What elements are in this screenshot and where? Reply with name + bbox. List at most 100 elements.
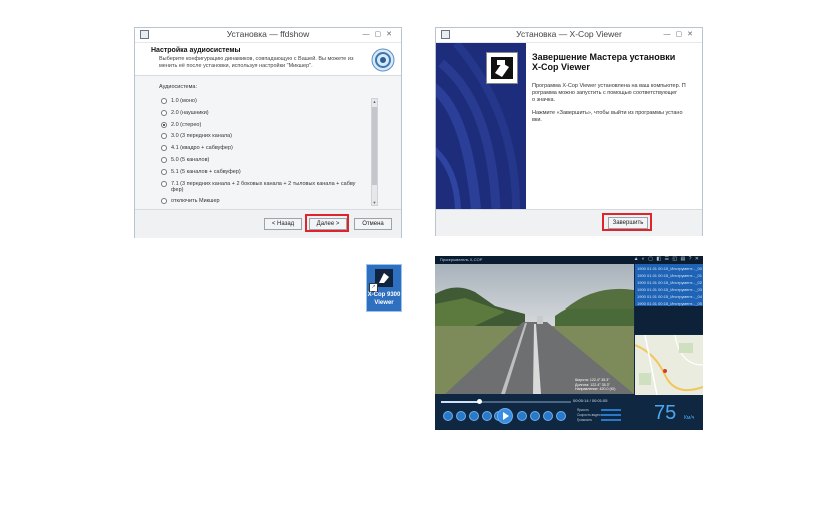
finish-text-5: вки. [532,117,542,123]
ffdshow-logo-icon [371,48,395,72]
close-icon[interactable]: ✕ [386,31,397,38]
speaker-options-list: 1.0 (моно) 2.0 (наушники) 2.0 (стерео) 3… [161,98,369,208]
desktop-icon-label-1: X-Cop 9300 [367,292,401,298]
map-view[interactable] [635,335,703,395]
gps-lat: 122.4° 35.3" [589,378,610,382]
player-toolbar-icons[interactable]: ▲ ◐ ▢ ◧ ☰ ◱ ▤ ? ✕ [634,256,700,262]
gps-dir: 420.0 (Ю) [599,387,616,391]
finish-text-4: Нажмите «Завершить», чтобы выйти из прог… [532,110,683,116]
map-image [635,335,703,395]
xcop-viewer-desktop-icon[interactable]: ↗ X-Cop 9300 Viewer [366,264,402,312]
header-desc-2: менить её после установки, используя нас… [159,63,313,69]
radio-button[interactable] [161,198,167,204]
file-list-item[interactable]: 1900 01.01 00:15_Инструмент..._05 [637,301,702,306]
frame-forward-button[interactable] [517,411,527,421]
player-controls: 00:00:14 / 00:01:05 Яркость Скорость вид… [435,395,703,430]
xcop-player-window: Проигрыватель X-COP ▲ ◐ ▢ ◧ ☰ ◱ ▤ ? ✕ Ши… [435,256,703,430]
player-titlebar[interactable]: Проигрыватель X-COP ▲ ◐ ▢ ◧ ☰ ◱ ▤ ? ✕ [435,256,703,264]
file-list-item[interactable]: 1900 01.01 00:15_Инструмент..._00 [637,266,702,271]
fast-forward-button[interactable] [543,411,553,421]
close-icon[interactable]: ✕ [687,31,698,38]
xcop-installer-window: Установка — X-Cop Viewer —▢✕ Завершение … [435,27,703,236]
meter-slider-1[interactable] [601,409,621,411]
scroll-down-icon[interactable]: ▼ [372,200,377,205]
prev-file-button[interactable] [456,411,466,421]
radio-button[interactable] [161,157,167,163]
minimize-icon[interactable]: — [664,31,676,38]
wizard-body: Аудиосистема: 1.0 (моно) 2.0 (наушники) … [135,76,401,209]
back-button[interactable]: < Назад [264,218,302,230]
file-list-item[interactable]: 1900 01.01 00:15_Инструмент..._02 [637,280,702,285]
meter-label-1: Яркость [577,408,589,412]
titlebar[interactable]: Установка — ffdshow —▢✕ [135,28,401,43]
wizard-header: Настройка аудиосистемы Выберите конфигур… [135,43,401,76]
cancel-button[interactable]: Отмена [354,218,392,230]
gps-lat-label: Широта: [575,378,589,382]
road-video-image [435,264,634,394]
radio-button[interactable] [161,145,167,151]
xcop-box-icon [486,52,518,84]
finish-title-2: X-Cop Viewer [532,62,590,72]
radio-button[interactable] [161,110,167,116]
window-title: Установка — X-Cop Viewer [516,29,622,39]
step-forward-button[interactable] [530,411,540,421]
meter-label-2: Скорость видео [577,413,601,417]
window-title: Установка — ffdshow [226,29,310,39]
seek-bar[interactable] [441,399,571,404]
wizard-footer: Завершить [436,209,702,236]
desktop-icon-label-2: Viewer [374,300,394,306]
finish-title-1: Завершение Мастера установки [532,52,676,62]
meter-slider-3[interactable] [601,419,621,421]
wizard-side-banner [436,43,526,209]
wizard-footer: < Назад Далее > Отмена [135,209,401,238]
meter-slider-2[interactable] [601,414,621,416]
header-title: Настройка аудиосистемы [151,47,241,54]
file-list-item[interactable]: 1900 01.01 00:15_Инструмент..._01 [637,273,702,278]
speed-value: 75 [654,402,677,424]
stop-button[interactable] [443,411,453,421]
step-back-button[interactable] [482,411,492,421]
gps-lon-label: Долгота: [575,382,590,387]
speed-unit: Км/ч [684,415,695,421]
play-icon [503,412,509,420]
next-file-button[interactable] [556,411,566,421]
scroll-thumb[interactable] [372,107,377,185]
window-controls: —▢✕ [363,30,398,38]
gps-info: Широта: 122.4° 35.3" Долгота: 122.4° 35.… [575,378,615,392]
finish-text-2: рограмма можно запустить с помощью соотв… [532,90,678,96]
maximize-icon[interactable]: ▢ [676,31,688,38]
group-label: Аудиосистема: [159,84,197,90]
seek-handle[interactable] [477,399,482,404]
highlight-next [305,214,349,232]
rewind-button[interactable] [469,411,479,421]
ffdshow-setup-window: Установка — ffdshow —▢✕ Настройка аудиос… [134,27,402,238]
radio-button[interactable] [161,133,167,139]
maximize-icon[interactable]: ▢ [375,31,387,38]
file-list-item[interactable]: 1900 01.01 00:15_Инструмент..._04 [637,294,702,299]
radio-button[interactable] [161,169,167,175]
gps-lon: 122.4° 35.3" [590,382,610,387]
finish-text-1: Программа X-Cop Viewer установлена на ва… [532,83,686,89]
radio-button-selected[interactable] [161,122,167,128]
window-controls: —▢✕ [664,30,699,38]
file-list[interactable]: 1900 01.01 00:15_Инструмент..._00 1900 0… [635,264,703,334]
scroll-up-icon[interactable]: ▲ [372,99,377,104]
file-list-item[interactable]: 1900 01.01 00:15_Инструмент..._03 [637,287,702,292]
seek-progress [441,401,479,403]
radio-button[interactable] [161,98,167,104]
video-frame[interactable]: Широта: 122.4° 35.3" Долгота: 122.4° 35.… [435,264,634,394]
titlebar[interactable]: Установка — X-Cop Viewer —▢✕ [436,28,702,43]
meters: Яркость Скорость видео Громкость [577,408,631,426]
time-display: 00:00:14 / 00:01:05 [573,398,608,403]
finish-text-3: о значка. [532,97,556,103]
header-desc-1: Выберите конфигурацию динамиков, совпада… [159,56,354,62]
gps-dir-label: Направление: [575,387,599,391]
minimize-icon[interactable]: — [363,31,375,38]
shortcut-arrow-icon: ↗ [369,283,378,292]
player-title: Проигрыватель X-COP [440,257,483,262]
wizard-content: Завершение Мастера установки X-Cop Viewe… [526,43,702,209]
radio-button[interactable] [161,181,167,187]
highlight-finish [602,213,652,231]
play-button[interactable] [497,408,513,424]
options-scrollbar[interactable]: ▲ ▼ [371,98,378,206]
